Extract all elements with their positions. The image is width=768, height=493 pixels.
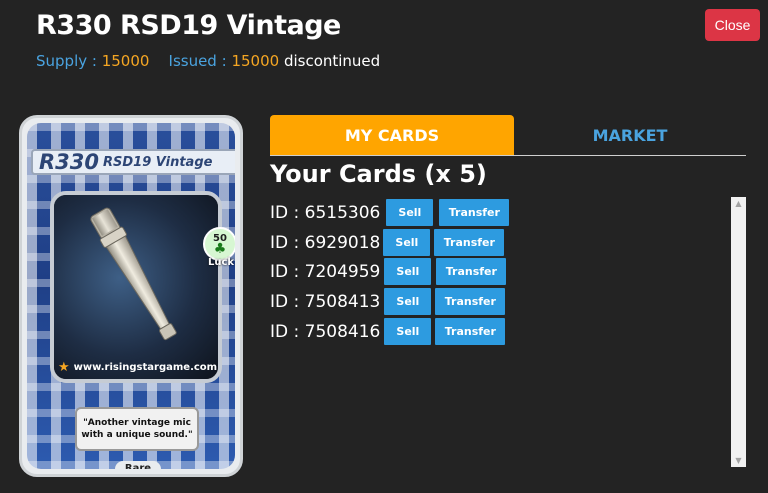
card-id: ID : 6929018 [270, 232, 381, 253]
sell-button[interactable]: Sell [383, 229, 431, 256]
transfer-button[interactable]: Transfer [435, 288, 506, 315]
tab-market[interactable]: MARKET [514, 115, 746, 155]
card-name-banner: R330 RSD19 Vintage [31, 149, 235, 175]
your-cards-heading: Your Cards (x 5) [270, 160, 487, 188]
supply-label: Supply : [36, 52, 97, 70]
transfer-button[interactable]: Transfer [435, 318, 506, 345]
luck-stat: 50 ♣ Luck [203, 227, 235, 271]
card-rarity: Rare [115, 461, 161, 469]
sell-button[interactable]: Sell [384, 318, 432, 345]
card-image: R330 RSD19 Vintage ★ www.risingstargame.… [19, 115, 243, 477]
card-model: RSD19 Vintage [103, 154, 213, 170]
card-site-bar: ★ www.risingstargame.com [58, 358, 218, 376]
sell-button[interactable]: Sell [386, 199, 434, 226]
card-row: ID : 7508416 Sell Transfer [270, 318, 506, 345]
card-id: ID : 6515306 [270, 202, 381, 223]
scrollbar[interactable]: ▲ ▼ [731, 197, 746, 467]
supply-value: 15000 [101, 52, 150, 70]
card-site-url: www.risingstargame.com [73, 361, 218, 373]
microphone-icon [90, 207, 177, 341]
issued-label: Issued : [168, 52, 227, 70]
close-button[interactable]: Close [705, 9, 760, 41]
star-icon: ★ [58, 359, 70, 375]
luck-badge: 50 ♣ [203, 227, 235, 261]
card-row: ID : 6515306 Sell Transfer [270, 199, 510, 226]
tab-divider [270, 155, 746, 156]
luck-label: Luck [207, 257, 235, 268]
transfer-button[interactable]: Transfer [439, 199, 510, 226]
card-background: R330 RSD19 Vintage ★ www.risingstargame.… [27, 123, 235, 469]
clover-icon: ♣ [213, 241, 227, 257]
card-art-frame: ★ www.risingstargame.com [50, 191, 222, 383]
issued-value: 15000 [231, 52, 280, 70]
sell-button[interactable]: Sell [384, 288, 432, 315]
card-row: ID : 7204959 Sell Transfer [270, 258, 507, 285]
supply-stats: Supply : 15000 Issued : 15000 discontinu… [36, 52, 380, 70]
sell-button[interactable]: Sell [384, 258, 432, 285]
card-id: ID : 7204959 [270, 261, 381, 282]
card-row: ID : 6929018 Sell Transfer [270, 229, 505, 256]
tab-my-cards[interactable]: MY CARDS [270, 115, 514, 155]
card-id: ID : 7508413 [270, 291, 381, 312]
card-quote: "Another vintage mic with a unique sound… [75, 407, 199, 451]
scroll-down-arrow-icon[interactable]: ▼ [731, 454, 746, 467]
card-code: R330 [39, 150, 100, 174]
page-title: R330 RSD19 Vintage [36, 10, 341, 41]
card-row: ID : 7508413 Sell Transfer [270, 288, 506, 315]
status-text: discontinued [283, 52, 381, 70]
card-id: ID : 7508416 [270, 321, 381, 342]
transfer-button[interactable]: Transfer [434, 229, 505, 256]
scroll-up-arrow-icon[interactable]: ▲ [731, 197, 746, 210]
transfer-button[interactable]: Transfer [436, 258, 507, 285]
